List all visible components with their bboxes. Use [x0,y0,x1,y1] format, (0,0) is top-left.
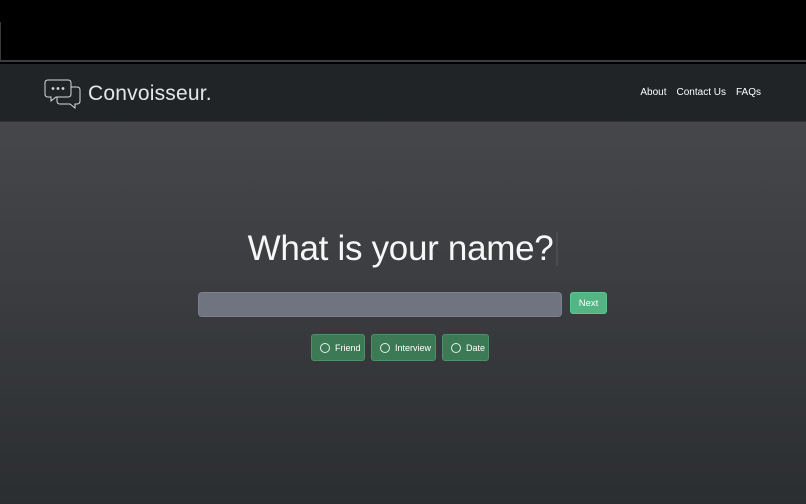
name-input[interactable] [198,292,562,317]
nav-link-faqs[interactable]: FAQs [736,87,761,98]
radio-circle-icon [380,342,390,353]
option-label: Friend [335,342,361,353]
option-date[interactable]: Date [442,334,489,361]
radio-circle-icon [320,342,330,353]
nav-link-about[interactable]: About [640,87,666,98]
chat-bubbles-icon [44,77,82,111]
next-button[interactable]: Next [570,292,607,314]
navbar: Convoisseur. About Contact Us FAQs [0,64,806,122]
nav-links: About Contact Us FAQs [640,87,761,98]
question-wrap: What is your name? [0,229,806,269]
nav-link-contact-us[interactable]: Contact Us [677,87,726,98]
browser-top-bar [0,0,806,62]
option-interview[interactable]: Interview [371,334,436,361]
option-label: Interview [395,342,432,353]
main-panel: What is your name? Next Friend Interview… [0,122,806,504]
brand[interactable]: Convoisseur. [44,77,212,111]
option-label: Date [466,342,486,353]
question-heading: What is your name? [247,229,554,268]
typing-caret [556,232,559,266]
window-edge [0,22,4,62]
option-friend[interactable]: Friend [311,334,365,361]
radio-circle-icon [451,342,461,353]
brand-name: Convoisseur. [88,82,212,105]
option-group: Friend Interview Date [0,334,806,361]
